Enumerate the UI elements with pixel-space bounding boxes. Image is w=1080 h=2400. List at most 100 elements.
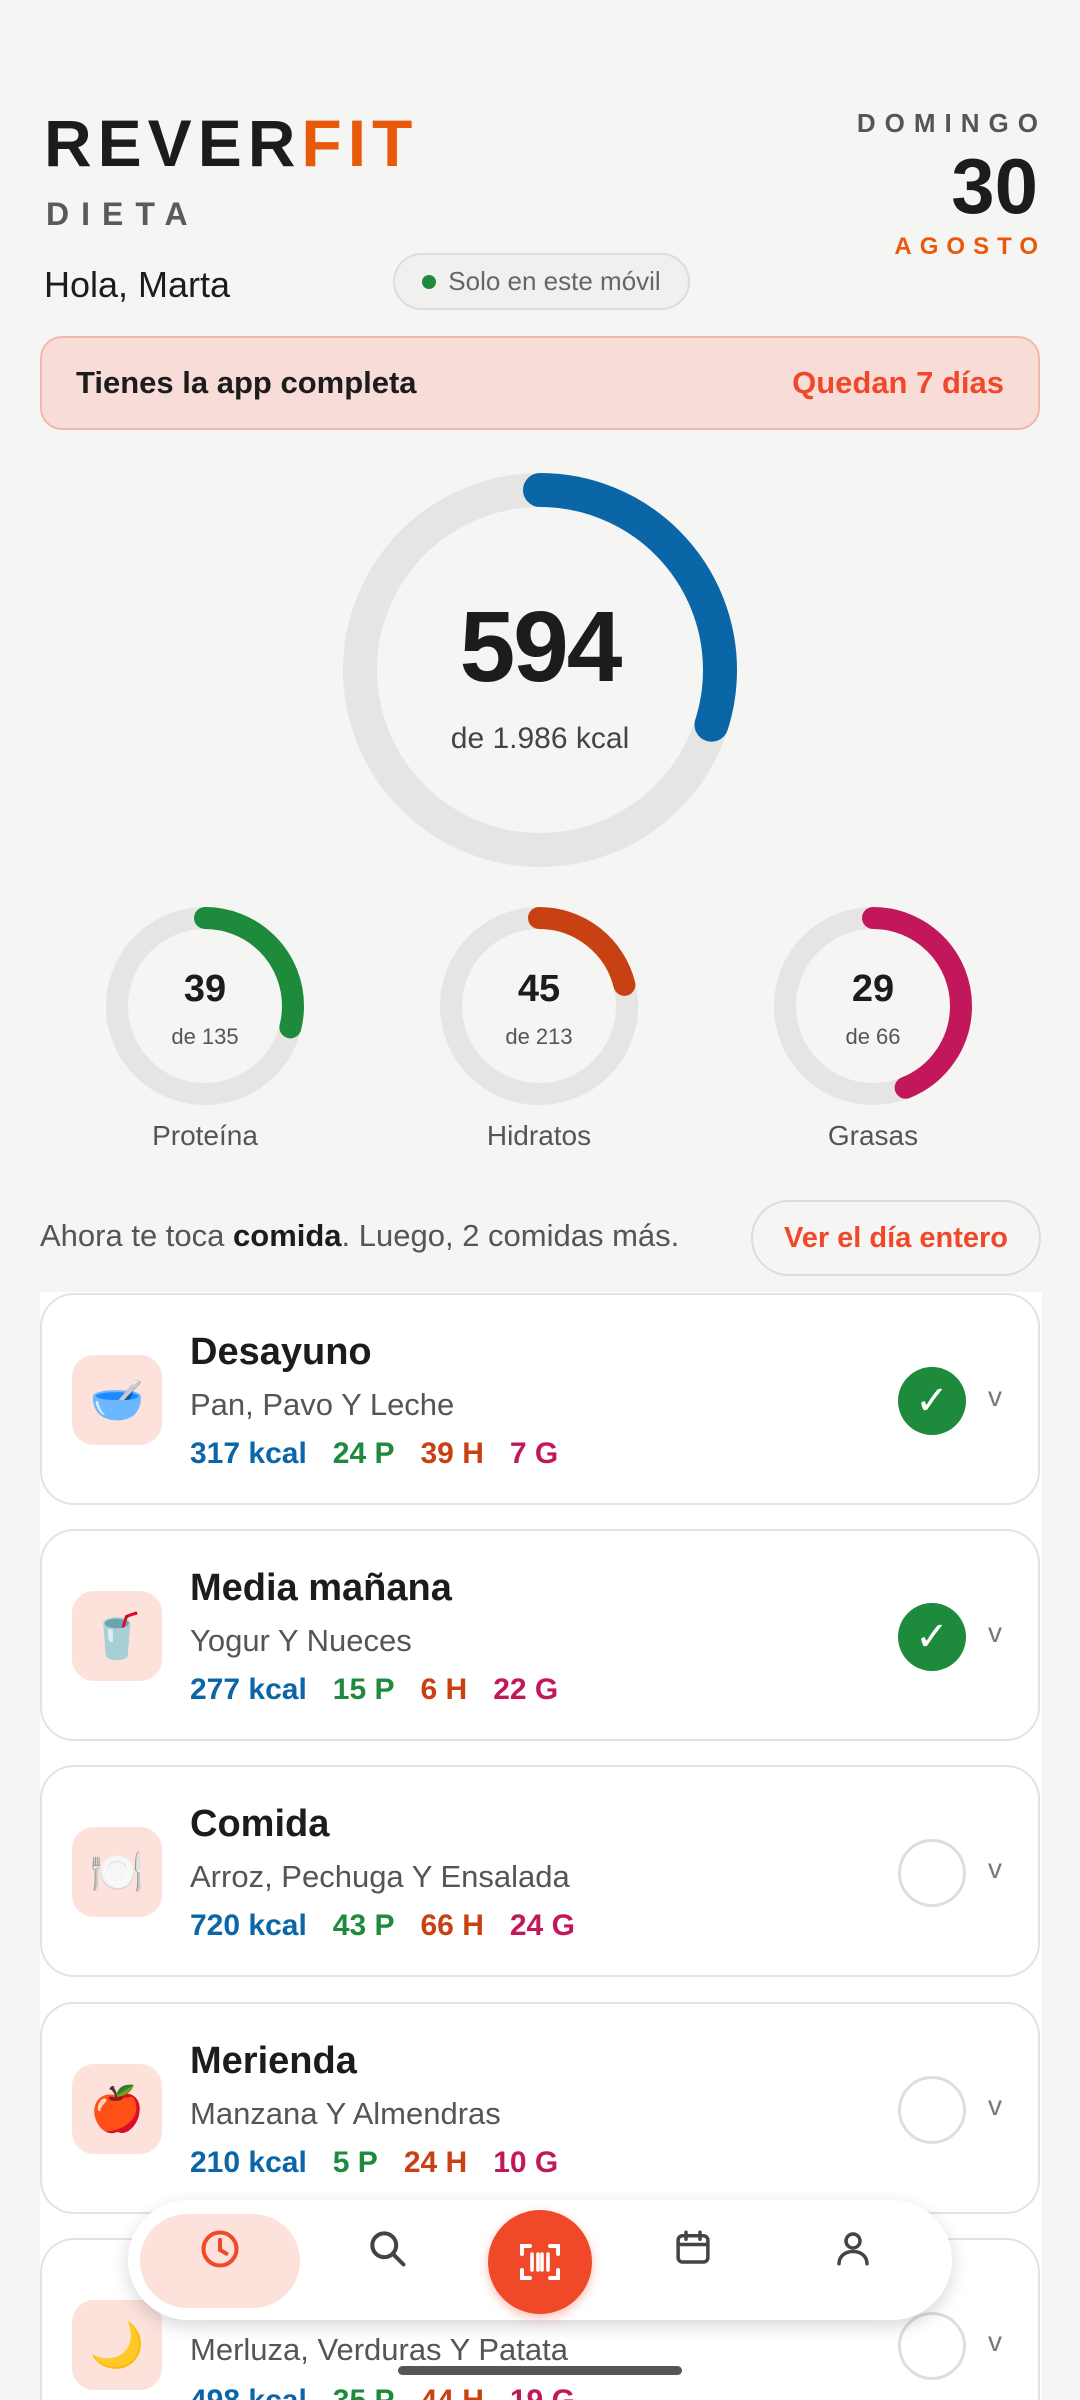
meal-done-check-icon[interactable]: ✓	[898, 1603, 966, 1671]
meal-protein: 5 P	[332, 2146, 378, 2179]
meal-carbs: 66 H	[420, 1909, 484, 1942]
macro-protein-ring: 39 de 135	[105, 906, 305, 1106]
meal-fat: 7 G	[509, 1437, 559, 1470]
meal-fat: 24 G	[509, 1909, 575, 1942]
brand-subtitle: DIETA	[46, 196, 200, 232]
macro-fat-label: Grasas	[827, 1120, 919, 1151]
brand-logo-part2: FIT	[301, 106, 419, 180]
meal-name: Merienda	[190, 2040, 357, 2082]
apple-icon: 🍎	[72, 2064, 162, 2154]
user-icon	[837, 2232, 869, 2266]
meal-pending-circle-icon[interactable]	[898, 2312, 966, 2380]
meal-fat: 10 G	[493, 2146, 559, 2179]
macro-protein-label: Proteína	[152, 1120, 258, 1151]
date-display: DOMINGO 30 AGOSTO	[857, 108, 1038, 261]
meal-kcal: 498 kcal	[190, 2384, 307, 2400]
meal-description: Merluza, Verduras Y Patata	[190, 2332, 568, 2367]
meal-kcal: 210 kcal	[190, 2146, 307, 2179]
next-meal-prefix: Ahora te toca	[40, 1218, 234, 1253]
meal-done-check-icon[interactable]: ✓	[898, 1367, 966, 1435]
clock-icon	[201, 2230, 239, 2268]
device-badge: Solo en este móvil	[393, 253, 690, 310]
macro-fat-value: 29	[851, 968, 895, 1010]
meal-description: Pan, Pavo Y Leche	[190, 1387, 455, 1422]
date-day: 30	[951, 142, 1038, 230]
meal-carbs: 39 H	[420, 1437, 484, 1470]
bottom-navigation	[128, 2200, 952, 2320]
meal-kcal: 720 kcal	[190, 1909, 307, 1942]
meal-macros: 720 kcal 43 P 66 H 24 G	[190, 1909, 575, 1943]
meal-pending-circle-icon[interactable]	[898, 1839, 966, 1907]
nav-search[interactable]	[312, 2200, 462, 2320]
date-month: AGOSTO	[894, 233, 1046, 260]
cup-icon: 🥤	[72, 1591, 162, 1681]
chevron-down-icon[interactable]: v	[988, 1381, 1002, 1413]
date-weekday: DOMINGO	[856, 108, 1047, 138]
nav-calendar[interactable]	[618, 2200, 768, 2320]
meal-carbs: 24 H	[403, 2146, 468, 2179]
scan-barcode-button[interactable]	[488, 2210, 592, 2314]
trial-banner[interactable]: Tienes la app completa Quedan 7 días	[40, 336, 1040, 430]
meal-protein: 24 P	[332, 1437, 395, 1470]
greeting: Hola, Marta	[44, 264, 231, 305]
meal-kcal: 317 kcal	[190, 1437, 307, 1470]
macro-protein-target: de 135	[171, 1024, 239, 1049]
meal-fat: 19 G	[510, 2384, 575, 2400]
calories-consumed: 594	[459, 591, 623, 703]
search-icon	[370, 2231, 406, 2267]
meal-carbs: 6 H	[420, 1673, 468, 1706]
plate-icon: 🍽️	[72, 1827, 162, 1917]
chevron-down-icon[interactable]: v	[988, 2326, 1002, 2358]
bowl-icon: 🥣	[72, 1355, 162, 1445]
chevron-down-icon[interactable]: v	[988, 2090, 1002, 2122]
meal-kcal: 277 kcal	[190, 1673, 307, 1706]
home-indicator[interactable]	[398, 2366, 682, 2375]
barcode-scan-icon	[520, 2244, 560, 2280]
device-badge-label: Solo en este móvil	[448, 266, 661, 296]
chevron-down-icon[interactable]: v	[988, 1853, 1002, 1885]
meal-card-media-manana[interactable]: 🥤 Media mañana Yogur Y Nueces 277 kcal 1…	[40, 1529, 1040, 1741]
macro-carbs-value: 45	[517, 968, 561, 1010]
meal-name: Comida	[190, 1803, 330, 1845]
macro-protein: 39 de 135 Proteína	[105, 906, 305, 1152]
meal-description: Arroz, Pechuga Y Ensalada	[190, 1859, 570, 1894]
next-meal-text: Ahora te toca comida. Luego, 2 comidas m…	[40, 1218, 679, 1254]
brand-logo-part1: REVER	[44, 106, 302, 180]
macro-carbs: 45 de 213 Hidratos	[439, 906, 639, 1152]
brand-logo: REVERFIT	[44, 110, 418, 176]
trial-message: Tienes la app completa	[76, 365, 417, 400]
meal-protein: 35 P	[333, 2384, 395, 2400]
meal-name: Desayuno	[190, 1331, 372, 1373]
next-meal-name: comida	[233, 1218, 342, 1253]
meal-name: Media mañana	[190, 1567, 452, 1609]
meal-pending-circle-icon[interactable]	[898, 2076, 966, 2144]
trial-remaining: Quedan 7 días	[792, 365, 1004, 400]
meal-protein: 15 P	[332, 1673, 395, 1706]
macro-carbs-ring: 45 de 213	[439, 906, 639, 1106]
macro-fat: 29 de 66 Grasas	[773, 906, 973, 1152]
calendar-icon	[676, 2230, 710, 2264]
status-dot-icon	[422, 274, 437, 289]
meal-card-merienda[interactable]: 🍎 Merienda Manzana Y Almendras 210 kcal …	[40, 2002, 1040, 2214]
calories-target: de 1.986 kcal	[450, 722, 630, 755]
meal-macros: 498 kcal 35 P 44 H 19 G	[190, 2384, 575, 2400]
calorie-ring: 594 de 1.986 kcal	[340, 470, 740, 870]
nav-profile[interactable]	[778, 2200, 928, 2320]
meal-description: Yogur Y Nueces	[190, 1623, 412, 1658]
meal-macros: 317 kcal 24 P 39 H 7 G	[190, 1437, 558, 1471]
next-meal-suffix: . Luego, 2 comidas más.	[341, 1218, 680, 1253]
macro-protein-value: 39	[183, 968, 227, 1010]
chevron-down-icon[interactable]: v	[988, 1617, 1002, 1649]
macro-fat-target: de 66	[845, 1024, 901, 1049]
view-full-day-button[interactable]: Ver el día entero	[751, 1200, 1041, 1276]
meal-description: Manzana Y Almendras	[190, 2096, 501, 2131]
meal-macros: 210 kcal 5 P 24 H 10 G	[190, 2146, 558, 2180]
meal-card-desayuno[interactable]: 🥣 Desayuno Pan, Pavo Y Leche 317 kcal 24…	[40, 1293, 1040, 1505]
meal-fat: 22 G	[493, 1673, 559, 1706]
meal-carbs: 44 H	[421, 2384, 484, 2400]
macro-fat-ring: 29 de 66	[773, 906, 973, 1106]
macro-carbs-target: de 213	[505, 1024, 573, 1049]
meal-card-comida[interactable]: 🍽️ Comida Arroz, Pechuga Y Ensalada 720 …	[40, 1765, 1040, 1977]
meal-protein: 43 P	[332, 1909, 395, 1942]
nav-today[interactable]	[128, 2200, 312, 2320]
